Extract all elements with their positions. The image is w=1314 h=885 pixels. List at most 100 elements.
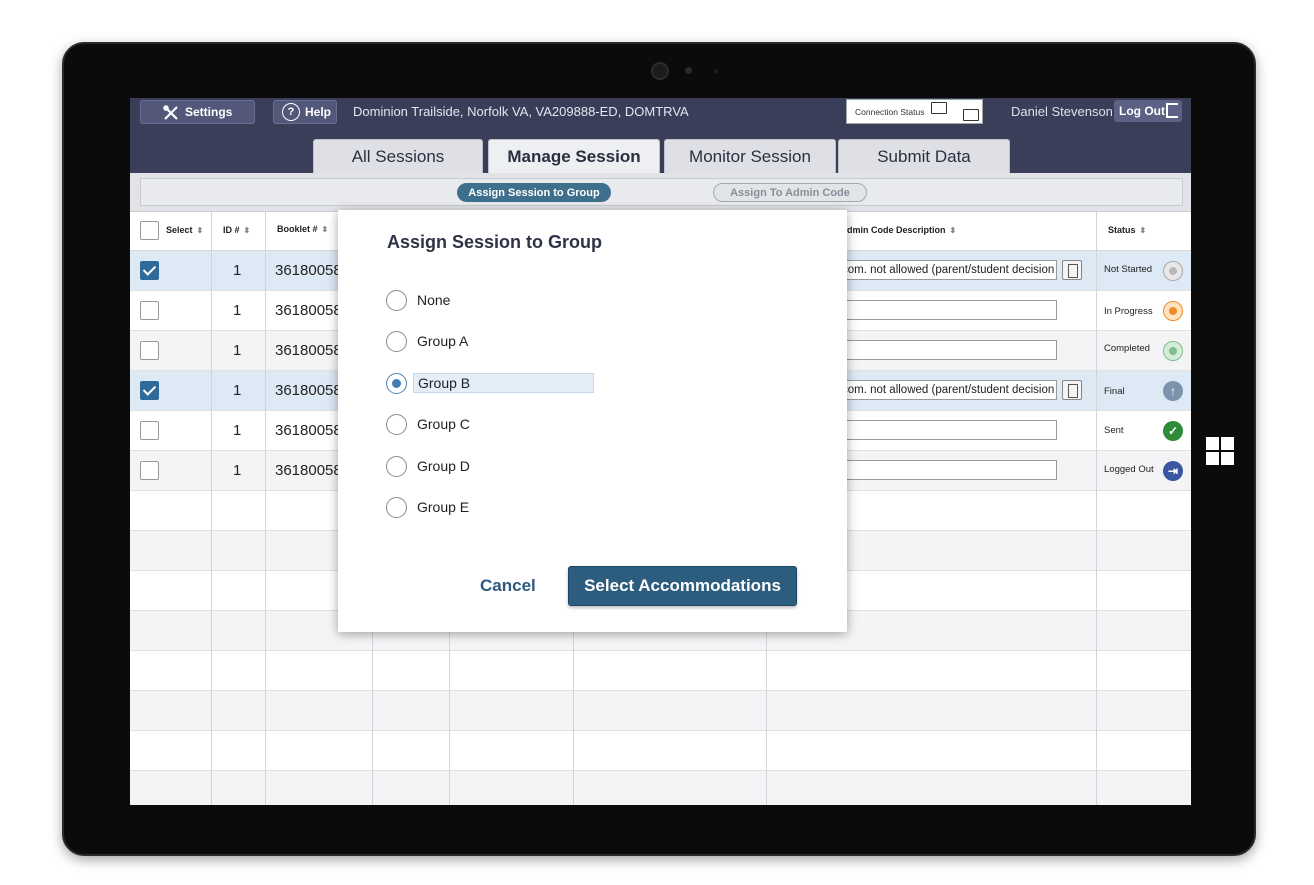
- admin-desc-field[interactable]: [837, 300, 1057, 320]
- settings-label: Settings: [185, 105, 233, 119]
- assign-group-dialog: Assign Session to Group None Group A Gro…: [338, 210, 847, 632]
- table-row-empty: [130, 771, 1191, 805]
- monitor-icon: [931, 102, 947, 114]
- row-checkbox[interactable]: [140, 421, 159, 440]
- in-progress-icon: [1163, 301, 1183, 321]
- assign-admin-code-button[interactable]: Assign To Admin Code: [713, 183, 867, 202]
- tab-monitor-session[interactable]: Monitor Session: [664, 139, 836, 173]
- option-group-d[interactable]: Group D: [386, 456, 746, 478]
- radio-button[interactable]: [386, 414, 407, 435]
- camera: [651, 62, 669, 80]
- row-checkbox[interactable]: [140, 301, 159, 320]
- table-row-empty: [130, 651, 1191, 691]
- edit-note-icon[interactable]: [1062, 260, 1082, 280]
- settings-button[interactable]: Settings: [140, 100, 255, 124]
- cell-id: 1: [233, 302, 242, 319]
- status-text: In Progress: [1104, 306, 1153, 317]
- option-group-b[interactable]: Group B: [386, 373, 746, 395]
- radio-button[interactable]: [386, 290, 407, 311]
- tab-submit-data[interactable]: Submit Data: [838, 139, 1010, 173]
- option-none[interactable]: None: [386, 290, 746, 312]
- option-group-c[interactable]: Group C: [386, 414, 746, 436]
- admin-desc-field[interactable]: [837, 420, 1057, 440]
- tools-icon: [163, 105, 178, 120]
- col-status[interactable]: Status ⬍: [1108, 225, 1146, 235]
- col-admin-desc[interactable]: dmin Code Description ⬍: [847, 225, 956, 235]
- col-select[interactable]: Select ⬍: [166, 225, 203, 235]
- cell-booklet: 36180058: [275, 342, 342, 359]
- radio-button[interactable]: [386, 497, 407, 518]
- cell-booklet: 36180058: [275, 462, 342, 479]
- sort-icon: ⬍: [321, 225, 329, 234]
- column-divider: [1096, 211, 1097, 805]
- logout-icon: [1166, 103, 1178, 118]
- cancel-button[interactable]: Cancel: [480, 576, 536, 596]
- windows-logo-icon[interactable]: [1206, 437, 1235, 466]
- cell-booklet: 36180058: [275, 422, 342, 439]
- row-checkbox[interactable]: [140, 341, 159, 360]
- cell-id: 1: [233, 382, 242, 399]
- connection-status[interactable]: Connection Status: [846, 99, 983, 124]
- tab-manage-session[interactable]: Manage Session: [488, 139, 660, 174]
- admin-desc-field[interactable]: [837, 460, 1057, 480]
- option-group-a[interactable]: Group A: [386, 331, 746, 353]
- status-text: Logged Out: [1104, 464, 1154, 475]
- help-button[interactable]: ? Help: [273, 100, 337, 124]
- col-select-label: Select: [166, 225, 193, 235]
- help-label: Help: [305, 105, 332, 119]
- col-booklet-label: Booklet #: [277, 224, 318, 234]
- col-status-label: Status: [1108, 225, 1136, 235]
- table-row-empty: [130, 691, 1191, 731]
- col-booklet[interactable]: Booklet # ⬍: [277, 224, 328, 234]
- option-label: None: [417, 292, 451, 308]
- sort-icon: ⬍: [949, 226, 957, 235]
- edit-note-icon[interactable]: [1062, 380, 1082, 400]
- sensor: [685, 67, 692, 74]
- assign-group-button[interactable]: Assign Session to Group: [457, 183, 611, 202]
- col-id[interactable]: ID # ⬍: [223, 225, 250, 235]
- location-text: Dominion Trailside, Norfolk VA, VA209888…: [353, 104, 689, 119]
- upload-icon: ↑: [1163, 381, 1183, 401]
- column-divider: [265, 211, 266, 805]
- admin-desc-field[interactable]: [837, 340, 1057, 360]
- sort-icon: ⬍: [243, 226, 251, 235]
- logged-out-icon: ⇥: [1163, 461, 1183, 481]
- status-text: Not Started: [1104, 264, 1153, 275]
- status-text: Sent: [1104, 425, 1124, 436]
- tab-all-sessions[interactable]: All Sessions: [313, 139, 483, 173]
- option-label: Group B: [413, 373, 594, 393]
- sensor-small: [714, 69, 718, 73]
- completed-icon: [1163, 341, 1183, 361]
- row-checkbox[interactable]: [140, 461, 159, 480]
- select-accommodations-button[interactable]: Select Accommodations: [568, 566, 797, 606]
- column-divider: [211, 211, 212, 805]
- option-label: Group C: [417, 416, 470, 432]
- logout-label: Log Out: [1119, 104, 1165, 118]
- admin-desc-field[interactable]: com. not allowed (parent/student decisio…: [837, 380, 1057, 400]
- cell-id: 1: [233, 462, 242, 479]
- logout-button[interactable]: Log Out: [1114, 100, 1182, 122]
- dialog-title: Assign Session to Group: [387, 232, 603, 252]
- sort-icon: ⬍: [1139, 226, 1147, 235]
- select-all-checkbox[interactable]: [140, 221, 159, 240]
- app-screen: Settings ? Help Dominion Trailside, Norf…: [130, 98, 1191, 805]
- cell-id: 1: [233, 422, 242, 439]
- action-bar: Assign Session to Group Assign To Admin …: [140, 178, 1183, 206]
- col-admin-desc-label: dmin Code Description: [847, 225, 946, 235]
- sort-icon: ⬍: [196, 226, 204, 235]
- top-bar: Settings ? Help Dominion Trailside, Norf…: [130, 98, 1191, 174]
- radio-button-selected[interactable]: [386, 373, 407, 394]
- not-started-icon: [1163, 261, 1183, 281]
- user-name: Daniel Stevenson: [1011, 104, 1113, 119]
- option-group-e[interactable]: Group E: [386, 497, 746, 519]
- monitor-check-icon: [963, 109, 979, 121]
- row-checkbox[interactable]: [140, 381, 159, 400]
- cell-id: 1: [233, 342, 242, 359]
- row-checkbox[interactable]: [140, 261, 159, 280]
- admin-desc-field[interactable]: com. not allowed (parent/student decisio…: [837, 260, 1057, 280]
- cell-id: 1: [233, 262, 242, 279]
- col-id-label: ID #: [223, 225, 240, 235]
- radio-button[interactable]: [386, 456, 407, 477]
- radio-button[interactable]: [386, 331, 407, 352]
- connection-status-label: Connection Status: [855, 106, 925, 117]
